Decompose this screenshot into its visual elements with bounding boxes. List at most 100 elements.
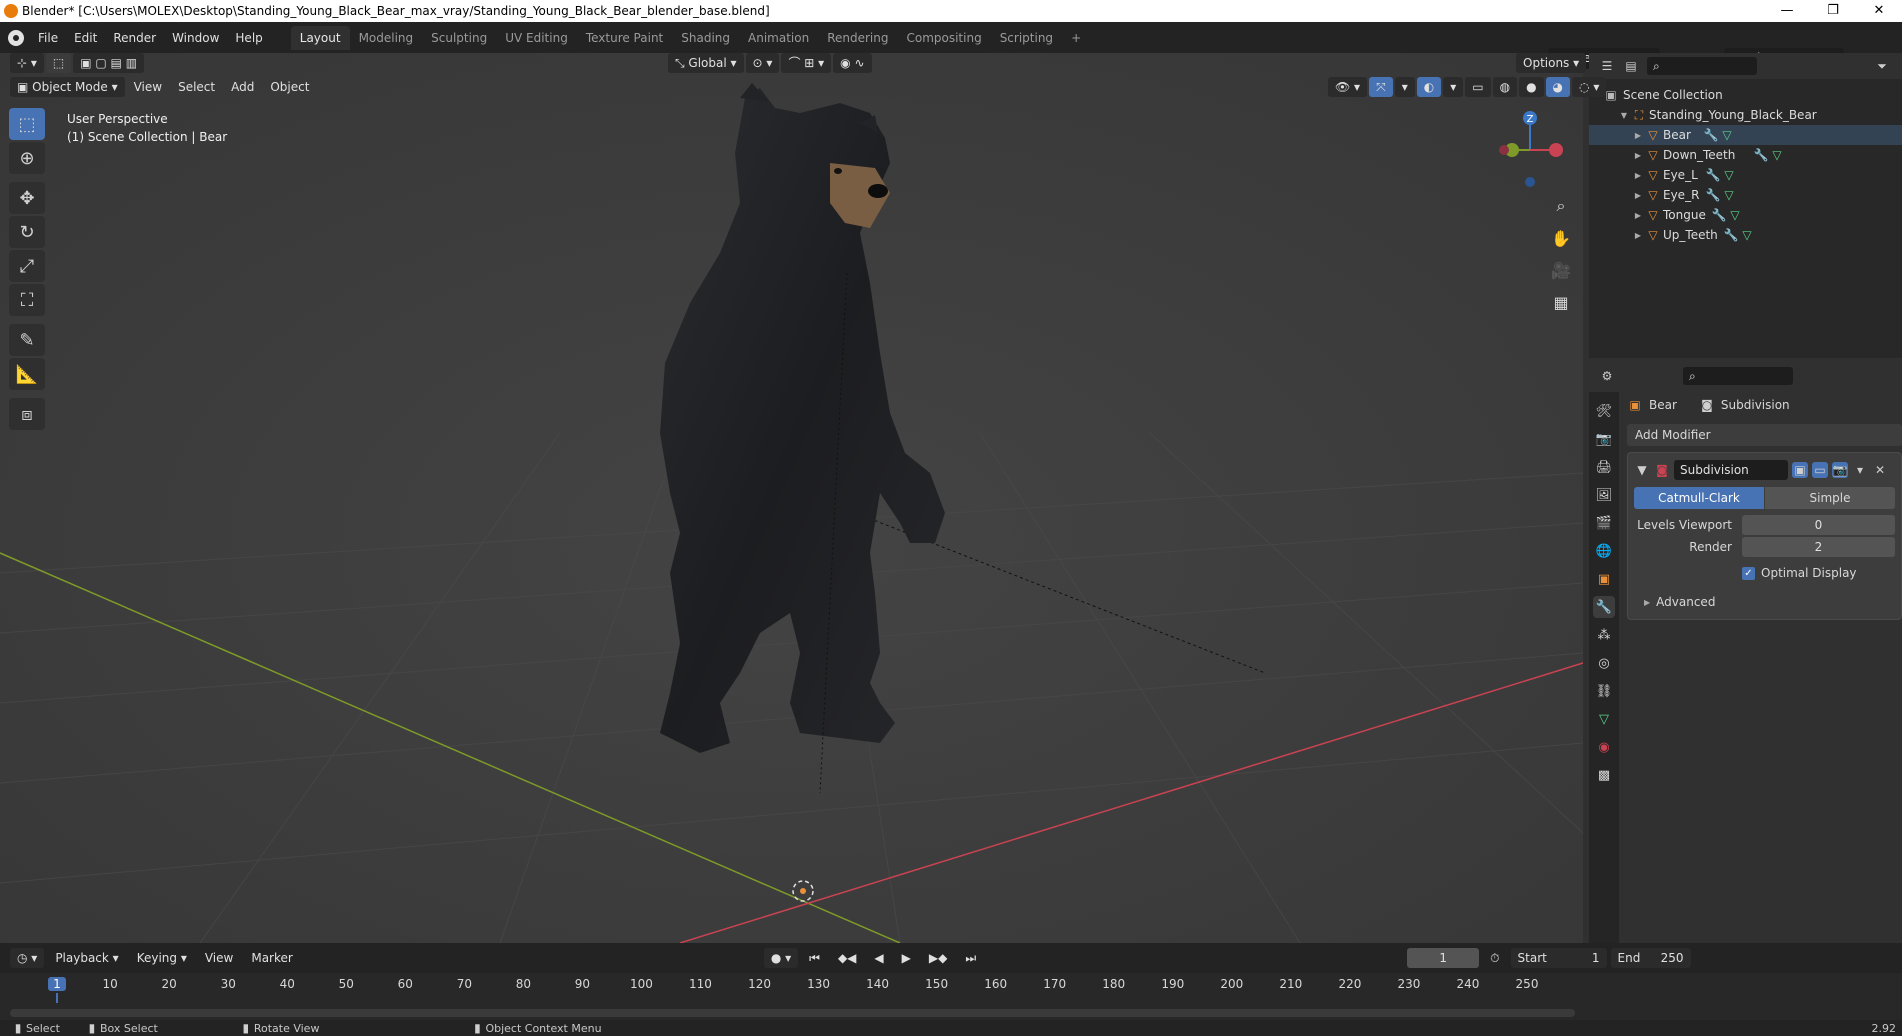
tab-compositing[interactable]: Compositing [897, 26, 990, 50]
viewport-display-icon[interactable]: ▭ [1812, 462, 1828, 478]
filter-icon[interactable]: ⏷ [1874, 58, 1890, 74]
physics-tab-icon[interactable]: ◎ [1593, 652, 1615, 674]
measure-tool-icon[interactable]: 📐 [9, 358, 45, 390]
tab-uv-editing[interactable]: UV Editing [496, 26, 577, 50]
simple-button[interactable]: Simple [1765, 487, 1895, 509]
add-cube-tool-icon[interactable]: ⧈ [9, 398, 45, 430]
mesh-data-icon[interactable]: ▽ [1721, 167, 1737, 183]
expand-icon[interactable]: ▶ [1631, 231, 1645, 240]
start-frame-field[interactable]: Start 1 [1510, 948, 1607, 968]
ortho-grid-icon[interactable]: ▦ [1548, 290, 1574, 314]
outliner-item-eye-r[interactable]: ▶ ▽ Eye_R 🔧 ▽ [1589, 185, 1902, 205]
pan-hand-icon[interactable]: ✋ [1548, 226, 1574, 250]
tab-scripting[interactable]: Scripting [991, 26, 1062, 50]
prev-keyframe-icon[interactable]: ◆◀ [831, 948, 863, 968]
collapse-icon[interactable]: ▼ [1617, 111, 1631, 120]
move-tool-icon[interactable]: ✥ [9, 182, 45, 214]
annotate-tool-icon[interactable]: ✎ [9, 324, 45, 356]
zoom-icon[interactable]: ⌕ [1548, 194, 1574, 218]
object-mode-dropdown[interactable]: ▣ Object Mode ▾ [10, 77, 125, 97]
modifier-menu-icon[interactable]: ▾ [1852, 462, 1868, 478]
expand-icon[interactable]: ▶ [1631, 211, 1645, 220]
select-mode-button[interactable]: ⬚ [45, 53, 72, 73]
expand-icon[interactable]: ▶ [1631, 151, 1645, 160]
expand-icon[interactable]: ▶ [1644, 598, 1650, 607]
transform-orientation-dropdown[interactable]: ⤡ Global ▾ [668, 53, 744, 73]
modifier-name-field[interactable]: Subdivision [1674, 460, 1788, 480]
edit-mode-icon[interactable]: ▣ [1792, 462, 1808, 478]
mesh-data-icon[interactable]: ▽ [1719, 127, 1735, 143]
collapse-icon[interactable]: ▼ [1634, 462, 1650, 478]
gizmo-neg-x[interactable] [1499, 145, 1509, 155]
overlay-dropdown[interactable]: ▾ [1443, 77, 1464, 97]
keying-menu[interactable]: Keying ▾ [130, 948, 194, 968]
modifier-wrench-icon[interactable]: 🔧 [1705, 187, 1721, 203]
data-tab-icon[interactable]: ▽ [1593, 708, 1615, 730]
remove-modifier-icon[interactable]: ✕ [1872, 462, 1888, 478]
navigation-gizmo[interactable]: Z [1490, 110, 1570, 190]
timeline-ruler[interactable]: 1 10 20 30 40 50 60 70 80 90 100 110 120 130 140 150 160… [0, 973, 1902, 1003]
menu-file[interactable]: File [30, 31, 66, 45]
marker-menu[interactable]: Marker [244, 948, 299, 968]
tab-animation[interactable]: Animation [739, 26, 818, 50]
modifier-tab-icon[interactable]: 🔧 [1593, 596, 1615, 618]
select-box-tool-icon[interactable]: ⬚ [9, 108, 45, 140]
outliner-item-bear[interactable]: ▶ ▽ Bear 🔧 ▽ [1589, 125, 1902, 145]
shading-solid-icon[interactable]: ● [1519, 77, 1544, 97]
menu-add[interactable]: Add [224, 77, 261, 97]
transform-tool-icon[interactable]: ⛶ [9, 284, 45, 316]
menu-help[interactable]: Help [227, 31, 270, 45]
editor-type-button[interactable]: ⊹ ▾ [10, 53, 44, 73]
properties-search-input[interactable]: ⌕ [1683, 367, 1793, 385]
catmull-clark-button[interactable]: Catmull-Clark [1634, 487, 1764, 509]
render-display-icon[interactable]: 📷 [1832, 462, 1848, 478]
add-workspace-button[interactable]: + [1062, 26, 1090, 50]
playback-menu[interactable]: Playback ▾ [48, 948, 125, 968]
camera-view-icon[interactable]: 🎥 [1548, 258, 1574, 282]
outliner-item-tongue[interactable]: ▶ ▽ Tongue 🔧 ▽ [1589, 205, 1902, 225]
expand-icon[interactable]: ▶ [1631, 171, 1645, 180]
outliner-item-down-teeth[interactable]: ▶ ▽ Down_Teeth 🔧 ▽ [1589, 145, 1902, 165]
properties-editor-icon[interactable]: ⚙ [1599, 368, 1615, 384]
cursor-tool-icon[interactable]: ⊕ [9, 142, 45, 174]
modifier-wrench-icon[interactable]: 🔧 [1705, 167, 1721, 183]
optimal-display-checkbox[interactable]: ✓ [1742, 566, 1755, 580]
current-frame-field[interactable]: 1 [1407, 948, 1480, 968]
texture-tab-icon[interactable]: ▩ [1593, 764, 1615, 786]
menu-object[interactable]: Object [263, 77, 316, 97]
modifier-wrench-icon[interactable]: 🔧 [1711, 207, 1727, 223]
menu-render[interactable]: Render [105, 31, 164, 45]
close-button[interactable]: ✕ [1856, 0, 1902, 22]
object-tab-icon[interactable]: ▣ [1593, 568, 1615, 590]
maximize-button[interactable]: ❐ [1810, 0, 1856, 22]
add-modifier-dropdown[interactable]: Add Modifier [1627, 424, 1902, 446]
particles-tab-icon[interactable]: ⁂ [1593, 624, 1615, 646]
tool-tab-icon[interactable]: 🛠 [1593, 400, 1615, 422]
next-keyframe-icon[interactable]: ▶◆ [922, 948, 954, 968]
stopwatch-icon[interactable]: ⏱ [1483, 948, 1506, 968]
scene-tab-icon[interactable]: 🎬 [1593, 512, 1615, 534]
timeline-editor-icon[interactable]: ◷ ▾ [10, 948, 45, 968]
render-tab-icon[interactable]: 📷 [1593, 428, 1615, 450]
tab-shading[interactable]: Shading [672, 26, 739, 50]
modifier-wrench-icon[interactable]: 🔧 [1723, 227, 1739, 243]
minimize-button[interactable]: — [1764, 0, 1810, 22]
proportional-edit-button[interactable]: ◉ ∿ [833, 53, 872, 73]
outliner-collection[interactable]: ▼ ⛶ Standing_Young_Black_Bear [1589, 105, 1902, 125]
shading-rendered-icon[interactable]: ◌ ▾ [1572, 77, 1607, 97]
play-reverse-icon[interactable]: ◀ [867, 948, 890, 968]
menu-view[interactable]: View [127, 77, 169, 97]
render-levels-field[interactable]: 2 [1742, 537, 1895, 557]
xray-icon[interactable]: ▭ [1465, 77, 1491, 97]
3d-viewport[interactable] [0, 53, 1583, 943]
menu-select[interactable]: Select [171, 77, 222, 97]
overlay-toggle-icon[interactable]: ◐ [1416, 77, 1442, 97]
outliner-editor-icon[interactable]: ☰ [1599, 58, 1615, 74]
gizmo-toggle-icon[interactable]: ⤧ [1369, 77, 1393, 97]
view-layer-tab-icon[interactable]: 🖼 [1593, 484, 1615, 506]
advanced-subpanel[interactable]: ▶ Advanced [1634, 593, 1895, 611]
play-icon[interactable]: ▶ [895, 948, 918, 968]
expand-icon[interactable]: ▶ [1631, 191, 1645, 200]
tab-modeling[interactable]: Modeling [350, 26, 423, 50]
mesh-data-icon[interactable]: ▽ [1721, 187, 1737, 203]
